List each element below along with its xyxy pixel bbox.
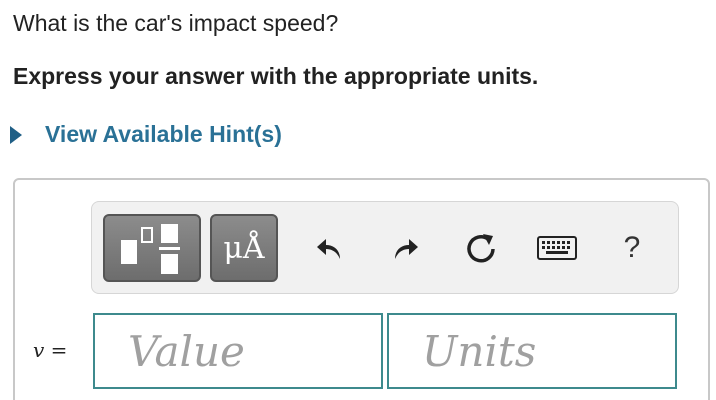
units-button[interactable]: μÅ — [210, 214, 278, 282]
variable-label: v = — [33, 338, 67, 362]
reset-icon — [467, 234, 495, 263]
redo-button[interactable] — [385, 226, 425, 270]
answer-instruction: Express your answer with the appropriate… — [13, 63, 539, 89]
view-hints-label: View Available Hint(s) — [45, 121, 282, 147]
value-input[interactable] — [93, 313, 383, 389]
help-button[interactable]: ? — [615, 226, 649, 270]
undo-icon — [317, 239, 340, 259]
help-label: ? — [623, 231, 641, 264]
redo-icon — [395, 239, 418, 259]
question-page: What is the car's impact speed? Express … — [0, 0, 716, 400]
reset-button[interactable] — [459, 226, 503, 270]
view-hints-link[interactable]: View Available Hint(s) — [10, 121, 282, 148]
templates-icon — [121, 224, 180, 274]
question-prompt: What is the car's impact speed? — [13, 10, 339, 36]
units-input[interactable] — [387, 313, 677, 389]
templates-button[interactable] — [103, 214, 201, 282]
keyboard-icon — [537, 236, 577, 260]
variable-symbol: v — [33, 338, 45, 362]
expand-arrow-icon — [10, 125, 22, 144]
undo-button[interactable] — [310, 226, 350, 270]
units-button-label: μÅ — [223, 230, 265, 266]
equals-sign: = — [50, 338, 68, 362]
keyboard-button[interactable] — [535, 226, 579, 270]
